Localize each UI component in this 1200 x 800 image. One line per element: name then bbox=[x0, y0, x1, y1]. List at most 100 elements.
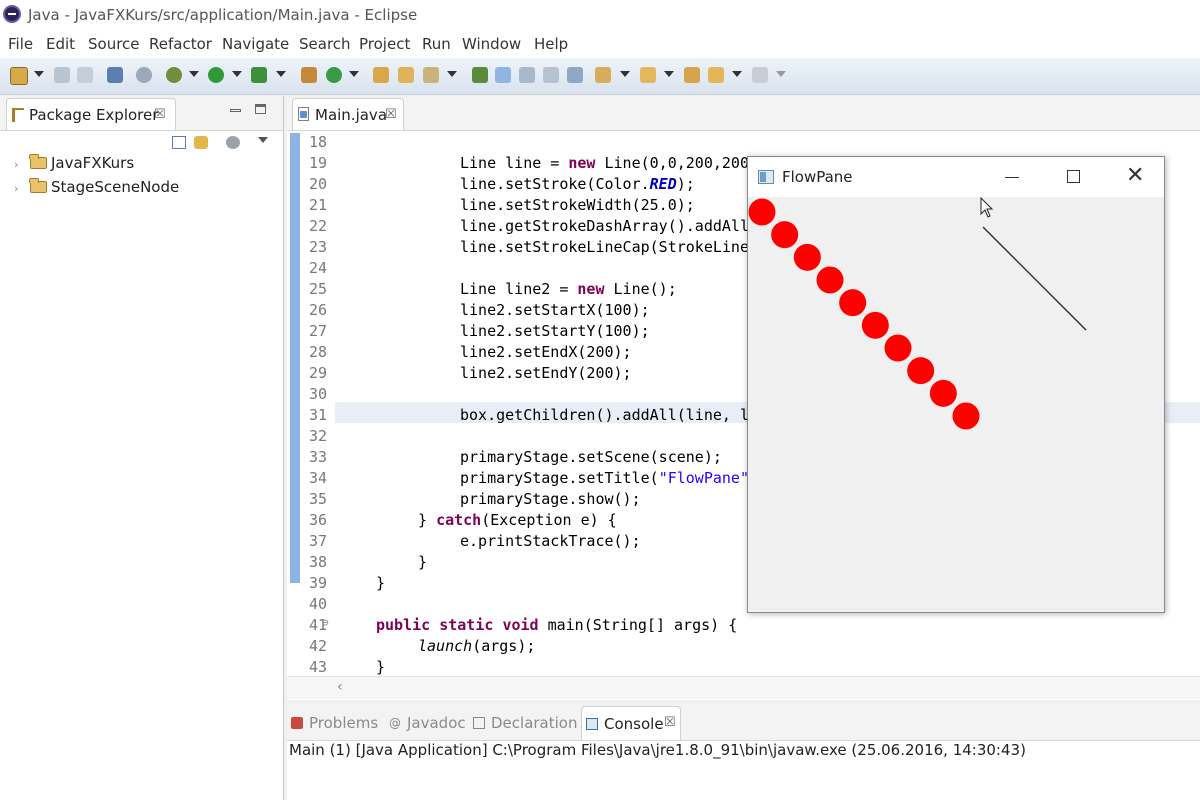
declaration-icon bbox=[473, 717, 485, 729]
back-dropdown-arrow[interactable] bbox=[732, 71, 742, 77]
new-java-package-icon[interactable] bbox=[301, 67, 317, 83]
show-whitespace-icon[interactable] bbox=[543, 67, 559, 83]
next-annotation-dropdown-arrow[interactable] bbox=[620, 71, 630, 77]
horizontal-scrollbar[interactable]: ‹ bbox=[287, 676, 1200, 699]
minimize-button[interactable] bbox=[1005, 177, 1019, 178]
forward-icon[interactable] bbox=[752, 67, 768, 83]
console-icon bbox=[586, 718, 598, 730]
javadoc-at-icon: @ bbox=[389, 716, 401, 730]
expand-arrow-icon[interactable]: › bbox=[14, 182, 18, 195]
project-folder-icon bbox=[29, 178, 47, 193]
project-item[interactable]: › StageSceneNode bbox=[0, 176, 280, 200]
previous-annotation-icon[interactable] bbox=[640, 67, 656, 83]
code-text: Line line = new Line(0,0,200,200); bbox=[460, 154, 768, 172]
forward-dropdown-arrow[interactable] bbox=[776, 71, 786, 77]
view-menu-icon[interactable] bbox=[258, 137, 268, 143]
project-name: StageSceneNode bbox=[51, 178, 180, 196]
menu-source[interactable]: Source bbox=[88, 35, 140, 53]
tab-console[interactable]: Console ☒ bbox=[581, 706, 681, 740]
last-edit-location-icon[interactable] bbox=[684, 67, 700, 83]
menu-search[interactable]: Search bbox=[299, 35, 351, 53]
skip-breakpoints-icon[interactable] bbox=[136, 67, 152, 83]
new-dropdown-arrow[interactable] bbox=[34, 71, 44, 77]
code-text: } bbox=[376, 574, 386, 592]
tab-label: Javadoc bbox=[407, 714, 466, 732]
code-text: line.setStrokeWidth(25.0); bbox=[460, 196, 695, 214]
run-icon[interactable] bbox=[208, 67, 224, 83]
menu-file[interactable]: File bbox=[8, 35, 33, 53]
back-icon[interactable] bbox=[708, 67, 724, 83]
menu-navigate[interactable]: Navigate bbox=[222, 35, 289, 53]
main-toolbar bbox=[0, 58, 1200, 95]
flowpane-title-bar[interactable]: FlowPane ✕ bbox=[748, 157, 1164, 197]
new-class-dropdown-arrow[interactable] bbox=[349, 71, 359, 77]
new-java-class-icon[interactable] bbox=[326, 67, 342, 83]
code-text: Line line2 = new Line(); bbox=[460, 280, 677, 298]
scroll-left-icon[interactable]: ‹ bbox=[337, 679, 343, 695]
show-source-icon[interactable] bbox=[567, 67, 583, 83]
tab-declaration[interactable]: Declaration bbox=[469, 706, 581, 740]
debug-icon[interactable] bbox=[166, 67, 182, 83]
window-title-bar: Java - JavaFXKurs/src/application/Main.j… bbox=[0, 0, 1200, 32]
minimize-view-icon[interactable] bbox=[230, 109, 241, 112]
save-icon[interactable] bbox=[54, 67, 70, 83]
code-text: public static void main(String[] args) { bbox=[376, 616, 738, 634]
expand-arrow-icon[interactable]: › bbox=[14, 158, 18, 171]
next-annotation-icon[interactable] bbox=[595, 67, 611, 83]
tab-package-explorer[interactable]: Package Explorer ☒ bbox=[6, 98, 176, 130]
red-line-dash bbox=[907, 357, 935, 385]
new-icon[interactable] bbox=[10, 67, 28, 85]
menu-edit[interactable]: Edit bbox=[46, 35, 75, 53]
maximize-view-icon[interactable] bbox=[255, 104, 266, 114]
open-type-icon[interactable] bbox=[373, 67, 389, 83]
open-task-icon[interactable] bbox=[398, 67, 414, 83]
project-item[interactable]: › JavaFXKurs bbox=[0, 152, 280, 176]
collapse-all-icon[interactable] bbox=[172, 136, 186, 149]
menu-help[interactable]: Help bbox=[534, 35, 568, 53]
close-icon[interactable]: ☒ bbox=[385, 107, 397, 122]
line-number: 21 bbox=[308, 196, 327, 214]
terminal-icon[interactable] bbox=[107, 67, 123, 83]
close-icon[interactable]: ☒ bbox=[664, 715, 676, 730]
code-text: } bbox=[418, 553, 428, 571]
menu-run[interactable]: Run bbox=[422, 35, 451, 53]
search-dropdown-arrow[interactable] bbox=[447, 71, 457, 77]
save-all-icon[interactable] bbox=[77, 67, 93, 83]
external-tools-icon[interactable] bbox=[251, 67, 267, 83]
red-line-dash bbox=[952, 402, 980, 430]
maximize-button[interactable] bbox=[1067, 170, 1080, 183]
run-dropdown-arrow[interactable] bbox=[232, 71, 242, 77]
previous-annotation-dropdown-arrow[interactable] bbox=[664, 71, 674, 77]
fold-collapse-icon[interactable]: ⊖ bbox=[322, 616, 329, 629]
tab-main-java[interactable]: Main.java ☒ bbox=[292, 98, 404, 130]
line-number: 31 bbox=[308, 406, 327, 424]
line-number: 42 bbox=[308, 637, 327, 655]
flowpane-window[interactable]: FlowPane ✕ bbox=[747, 156, 1165, 613]
line-number: 34 bbox=[308, 469, 327, 487]
close-button[interactable]: ✕ bbox=[1126, 163, 1144, 188]
java-app-icon bbox=[758, 170, 774, 184]
java-file-icon bbox=[298, 107, 309, 121]
focus-on-active-task-icon[interactable] bbox=[226, 136, 240, 149]
external-tools-dropdown-arrow[interactable] bbox=[276, 71, 286, 77]
eclipse-logo-icon bbox=[3, 5, 21, 23]
code-text: primaryStage.show(); bbox=[460, 490, 641, 508]
block-selection-icon[interactable] bbox=[519, 67, 535, 83]
line-number: 35 bbox=[308, 490, 327, 508]
red-line-dash bbox=[793, 243, 821, 271]
search-icon[interactable] bbox=[423, 67, 439, 83]
tab-problems[interactable]: Problems bbox=[287, 706, 383, 740]
toggle-mark-occurrences-icon[interactable] bbox=[472, 67, 488, 83]
tab-label: Console bbox=[604, 715, 664, 733]
menu-refactor[interactable]: Refactor bbox=[149, 35, 212, 53]
menu-bar: File Edit Source Refactor Navigate Searc… bbox=[0, 32, 1200, 58]
highlight-icon[interactable] bbox=[495, 67, 511, 83]
debug-dropdown-arrow[interactable] bbox=[189, 71, 199, 77]
menu-window[interactable]: Window bbox=[462, 35, 521, 53]
close-icon[interactable]: ☒ bbox=[154, 107, 166, 122]
line-number: 27 bbox=[308, 322, 327, 340]
tab-javadoc[interactable]: @ Javadoc bbox=[385, 706, 467, 740]
package-explorer-tabbar: Package Explorer ☒ bbox=[0, 96, 283, 131]
menu-project[interactable]: Project bbox=[359, 35, 410, 53]
link-with-editor-icon[interactable] bbox=[194, 136, 208, 149]
